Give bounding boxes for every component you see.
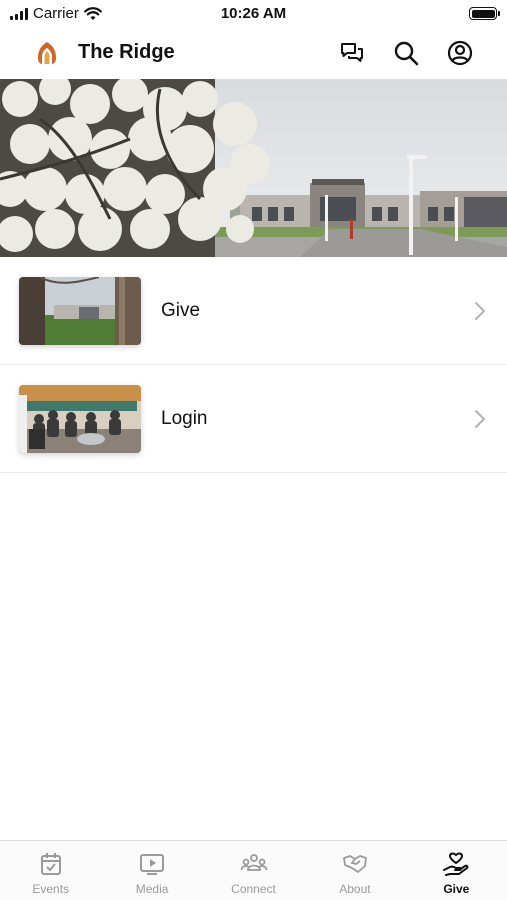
give-thumbnail xyxy=(19,277,141,345)
tab-label: Media xyxy=(135,882,169,896)
account-icon xyxy=(447,40,473,66)
calendar-icon xyxy=(40,853,61,875)
account-button[interactable] xyxy=(445,38,475,68)
search-button[interactable] xyxy=(391,38,421,68)
tab-about[interactable]: About xyxy=(304,841,405,900)
tab-label: Events xyxy=(32,882,70,896)
tab-label: About xyxy=(339,882,371,896)
chevron-right-icon xyxy=(475,410,485,428)
status-time: 10:26 AM xyxy=(220,5,287,22)
handshake-icon xyxy=(343,855,367,873)
app-title: The Ridge xyxy=(78,41,175,63)
tab-bar: Events Media Connect About Give xyxy=(0,840,507,900)
give-label: Give xyxy=(161,300,201,321)
login-label: Login xyxy=(161,408,208,429)
tab-connect[interactable]: Connect xyxy=(203,841,304,900)
chat-icon xyxy=(341,43,363,62)
hero-image xyxy=(0,79,507,257)
tab-events[interactable]: Events xyxy=(0,841,101,900)
status-bar: Carrier 10:26 AM xyxy=(0,0,507,28)
menu-list: Give Login xyxy=(0,257,507,473)
search-icon xyxy=(394,41,419,66)
church-logo-icon xyxy=(38,42,56,64)
list-item-login[interactable]: Login xyxy=(0,365,507,473)
chat-button[interactable] xyxy=(337,38,367,68)
heart-hand-icon xyxy=(443,852,469,876)
tab-label: Give xyxy=(443,882,470,896)
hero-photo xyxy=(0,79,507,257)
tab-media[interactable]: Media xyxy=(101,841,202,900)
tab-label: Connect xyxy=(231,882,276,896)
people-group-icon xyxy=(240,854,267,871)
list-item-give[interactable]: Give xyxy=(0,257,507,365)
play-screen-icon xyxy=(140,854,165,875)
login-thumbnail xyxy=(19,385,141,453)
tab-give[interactable]: Give xyxy=(406,841,507,900)
app-header: The Ridge xyxy=(0,30,507,76)
chevron-right-icon xyxy=(475,302,485,320)
battery-icon xyxy=(469,7,500,20)
